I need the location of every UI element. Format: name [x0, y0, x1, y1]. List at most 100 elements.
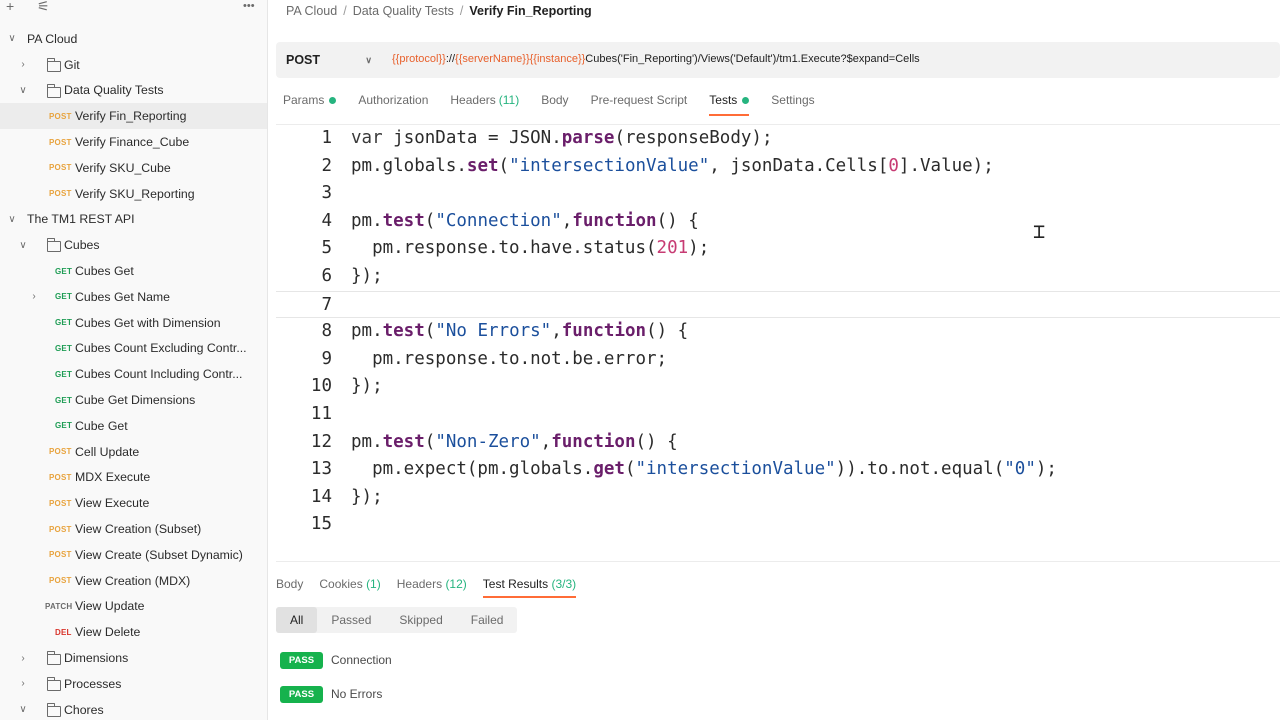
sidebar-item-git[interactable]: › Git	[0, 52, 267, 78]
sidebar-item-cubes-get-with-dimension[interactable]: GET Cubes Get with Dimension	[0, 310, 267, 336]
tab-label: Tests	[709, 93, 738, 107]
sidebar-item-mdx-execute[interactable]: POST MDX Execute	[0, 465, 267, 491]
sidebar-item-label: Verify Finance_Cube	[75, 135, 190, 150]
sidebar-item-processes[interactable]: › Processes	[0, 671, 267, 697]
code-token: (responseBody);	[614, 128, 773, 148]
code-line[interactable]: 6});	[276, 263, 1280, 291]
code-token: pm.expect(pm.globals.	[351, 459, 594, 480]
sidebar-item-dimensions[interactable]: › Dimensions	[0, 645, 267, 671]
code-line[interactable]: 12 pm.test("Non-Zero",function() {	[276, 429, 1280, 457]
sidebar-item-label: View Creation (MDX)	[75, 573, 191, 588]
sidebar-item-chores[interactable]: ∨ Chores	[0, 697, 267, 720]
code-line[interactable]: 1 var jsonData = JSON.parse(responseBody)…	[276, 125, 1280, 153]
breadcrumb-folder[interactable]: Data Quality Tests	[353, 4, 454, 18]
sidebar-item-view-create-subset-dynamic[interactable]: POST View Create (Subset Dynamic)	[0, 542, 267, 568]
chevron-down-icon[interactable]: ∨	[6, 33, 18, 44]
filter-skipped[interactable]: Skipped	[385, 607, 456, 633]
sidebar-item-verify-finance-cube[interactable]: POST Verify Finance_Cube	[0, 129, 267, 155]
response-tab-headers[interactable]: Headers (12)	[397, 577, 467, 591]
add-icon[interactable]: +	[6, 0, 14, 14]
chevron-down-icon[interactable]: ∨	[17, 85, 29, 96]
sidebar-item-view-creation-subset[interactable]: POST View Creation (Subset)	[0, 516, 267, 542]
tab-settings[interactable]: Settings	[771, 93, 814, 107]
sidebar-item-cubes-count-excluding-contr[interactable]: GET Cubes Count Excluding Contr...	[0, 336, 267, 362]
breadcrumb-collection[interactable]: PA Cloud	[286, 4, 337, 18]
sidebar-item-the-tm1-rest-api[interactable]: ∨ The TM1 REST API	[0, 207, 267, 233]
response-tab-body[interactable]: Body	[276, 577, 303, 591]
tests-script-editor[interactable]: 1 var jsonData = JSON.parse(responseBody)…	[276, 124, 1280, 562]
chevron-right-icon[interactable]: ›	[17, 678, 29, 689]
method-badge: GET	[55, 318, 73, 328]
sidebar-item-cubes-count-including-contr[interactable]: GET Cubes Count Including Contr...	[0, 361, 267, 387]
sidebar-item-label: PA Cloud	[27, 31, 78, 46]
tab-body[interactable]: Body	[541, 93, 568, 107]
filter-all[interactable]: All	[276, 607, 318, 633]
chevron-down-icon[interactable]: ∨	[17, 240, 29, 251]
sidebar-item-view-creation-mdx[interactable]: POST View Creation (MDX)	[0, 568, 267, 594]
sidebar-item-cell-update[interactable]: POST Cell Update	[0, 439, 267, 465]
sidebar-item-label: Processes	[64, 676, 122, 691]
tab-tests[interactable]: Tests	[709, 93, 750, 116]
code-line[interactable]: 13 pm.expect(pm.globals.get("intersectio…	[276, 456, 1280, 484]
sidebar-item-label: View Creation (Subset)	[75, 522, 202, 537]
sidebar-item-verify-sku-cube[interactable]: POST Verify SKU_Cube	[0, 155, 267, 181]
tab-pre-request-script[interactable]: Pre-request Script	[591, 93, 688, 107]
code-line[interactable]: 7	[276, 290, 1280, 319]
sidebar-item-view-update[interactable]: PATCH View Update	[0, 594, 267, 620]
code-token: , jsonData.Cells[	[709, 155, 889, 176]
sidebar-item-verify-fin-reporting[interactable]: POST Verify Fin_Reporting	[0, 103, 267, 130]
sidebar-item-cube-get[interactable]: GET Cube Get	[0, 413, 267, 439]
line-number: 11	[310, 404, 332, 424]
tab-authorization[interactable]: Authorization	[358, 93, 428, 107]
chevron-down-icon[interactable]: ∨	[6, 214, 18, 225]
response-tab-test-results[interactable]: Test Results (3/3)	[482, 577, 577, 598]
filter-icon[interactable]: ⚟	[37, 0, 50, 15]
code-line[interactable]: 2 pm.globals.set("intersectionValue", jso…	[276, 153, 1280, 181]
filter-passed[interactable]: Passed	[317, 607, 385, 633]
folder-icon	[47, 238, 61, 253]
method-select[interactable]: POST ∨	[276, 42, 380, 78]
chevron-right-icon[interactable]: ›	[17, 653, 29, 664]
code-token: "intersectionValue"	[635, 459, 836, 480]
code-token: test	[382, 210, 425, 231]
tab-label: Body	[541, 93, 569, 107]
line-number: 6	[321, 266, 332, 286]
code-token: ].Value);	[898, 155, 994, 176]
chevron-down-icon[interactable]: ∨	[17, 704, 29, 715]
code-line[interactable]: 11	[276, 401, 1280, 429]
code-text: pm.test("No Errors",function() {	[351, 318, 688, 346]
breadcrumb-separator: /	[343, 4, 347, 18]
sidebar-item-cubes[interactable]: ∨ Cubes	[0, 232, 267, 258]
url-path: Cubes('Fin_Reporting')/Views('Default')/…	[585, 53, 920, 65]
code-line[interactable]: 5 pm.response.to.have.status(201);	[276, 235, 1280, 263]
sidebar-item-cubes-get[interactable]: GET Cubes Get	[0, 258, 267, 284]
filter-failed[interactable]: Failed	[457, 607, 518, 633]
code-token: });	[351, 486, 383, 507]
line-number: 4	[321, 210, 332, 231]
sidebar-item-view-execute[interactable]: POST View Execute	[0, 490, 267, 516]
sidebar-item-pa-cloud[interactable]: ∨ PA Cloud	[0, 26, 267, 52]
code-line[interactable]: 10});	[276, 373, 1280, 401]
request-tabs: Params Authorization Headers (11) Body Pre-re…	[283, 93, 837, 116]
more-options-icon[interactable]: •••	[243, 0, 255, 12]
code-line[interactable]: 14});	[276, 484, 1280, 512]
chevron-right-icon[interactable]: ›	[28, 291, 40, 302]
code-line[interactable]: 4 pm.test("Connection",function() {	[276, 208, 1280, 236]
sidebar-item-view-delete[interactable]: DEL View Delete	[0, 619, 267, 645]
sidebar-item-data-quality-tests[interactable]: ∨ Data Quality Tests	[0, 78, 267, 104]
test-name: Connection	[331, 653, 392, 667]
response-tab-cookies[interactable]: Cookies (1)	[319, 577, 380, 591]
code-token: () {	[635, 431, 678, 452]
code-token: "intersectionValue"	[509, 155, 710, 176]
tab-headers[interactable]: Headers (11)	[450, 93, 519, 107]
code-line[interactable]: 15	[276, 511, 1280, 539]
tab-params[interactable]: Params	[283, 93, 337, 107]
sidebar-item-cube-get-dimensions[interactable]: GET Cube Get Dimensions	[0, 387, 267, 413]
chevron-right-icon[interactable]: ›	[17, 59, 29, 70]
sidebar-item-cubes-get-name[interactable]: › GET Cubes Get Name	[0, 284, 267, 310]
sidebar-item-verify-sku-reporting[interactable]: POST Verify SKU_Reporting	[0, 181, 267, 207]
code-line[interactable]: 8 pm.test("No Errors",function() {	[276, 318, 1280, 346]
code-line[interactable]: 3	[276, 180, 1280, 208]
url-input[interactable]: {{protocol}}://{{serverName}}{{instance}…	[392, 53, 920, 65]
code-line[interactable]: 9 pm.response.to.not.be.error;	[276, 346, 1280, 374]
